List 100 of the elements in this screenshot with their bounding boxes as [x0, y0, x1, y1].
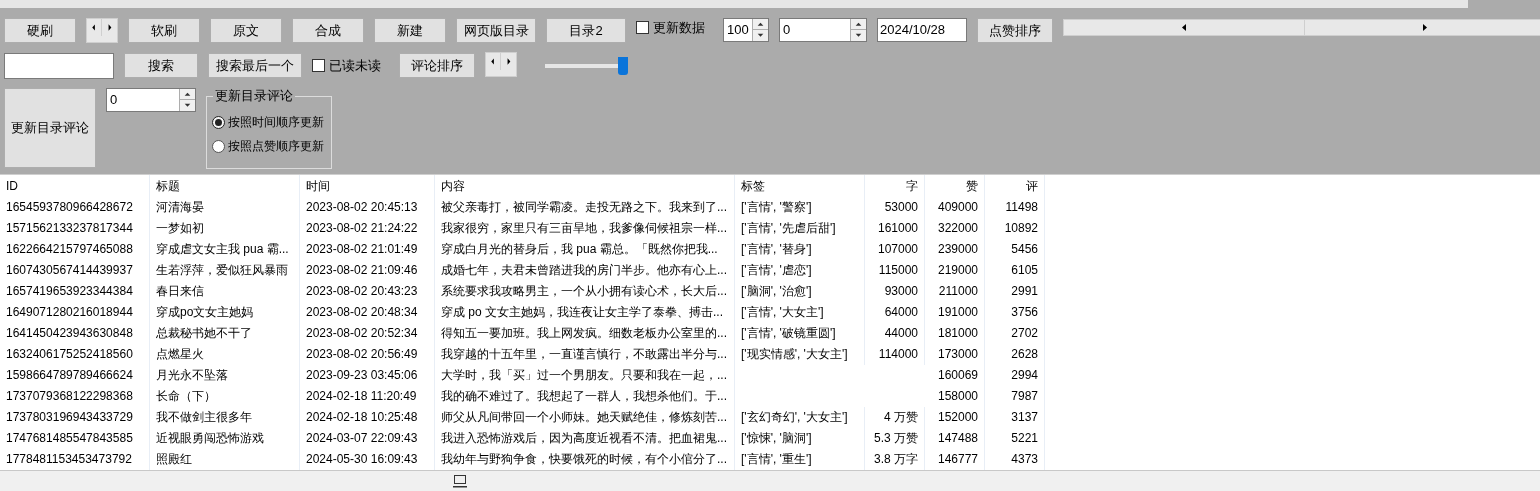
table-cell: 1649071280216018944 [0, 302, 150, 323]
table-cell: ['言情', '警察'] [735, 197, 865, 218]
table-cell: 2024-02-18 11:20:49 [300, 386, 435, 407]
slider-thumb[interactable] [617, 56, 628, 75]
table-cell: 我进入恐怖游戏后，因为高度近视看不清。把血裙鬼... [435, 428, 735, 449]
table-cell: 一梦如初 [150, 218, 300, 239]
column-header[interactable]: 评 [985, 175, 1045, 197]
table-cell: 月光永不坠落 [150, 365, 300, 386]
table-cell: 2023-08-02 20:48:34 [300, 302, 435, 323]
table-cell: 2023-08-02 20:45:13 [300, 197, 435, 218]
table-cell: ['言情', '破镜重圆'] [735, 323, 865, 344]
table-cell: 181000 [925, 323, 985, 344]
table-cell: 1641450423943630848 [0, 323, 150, 344]
table-cell: 115000 [865, 260, 925, 281]
table-cell: 114000 [865, 344, 925, 365]
radio-label[interactable]: 按照时间顺序更新 [228, 113, 324, 132]
table-cell: 219000 [925, 260, 985, 281]
table-cell: 总裁秘书她不干了 [150, 323, 300, 344]
toolbar-button[interactable]: 新建 [374, 17, 446, 43]
table-cell: 44000 [865, 323, 925, 344]
table-cell: 2628 [985, 344, 1045, 365]
number-spinner[interactable]: 100 [723, 17, 769, 42]
table-cell: ['言情', '替身'] [735, 239, 865, 260]
table-cell: 我穿越的十五年里，一直谨言慎行，不敢露出半分与... [435, 344, 735, 365]
table-cell: 穿成白月光的替身后，我 pua 霸总。「既然你把我... [435, 239, 735, 260]
number-spinner[interactable]: 0 [779, 17, 867, 42]
sort-button[interactable]: 评论排序 [399, 53, 475, 79]
table-cell: 211000 [925, 281, 985, 302]
table-cell: 2023-08-02 21:09:46 [300, 260, 435, 281]
table-cell: 我不做剑主很多年 [150, 407, 300, 428]
table-cell: 1657419653923344384 [0, 281, 150, 302]
search-button[interactable]: 搜索 [124, 53, 198, 79]
table-cell: ['言情', '先虐后甜'] [735, 218, 865, 239]
radio-label[interactable]: 按照点赞顺序更新 [228, 137, 324, 156]
column-header[interactable]: ID [0, 175, 150, 197]
table-cell: 1622664215797465088 [0, 239, 150, 260]
table-cell: 147488 [925, 428, 985, 449]
table-cell: ['言情', '大女主'] [735, 302, 865, 323]
toolbar-button[interactable]: 硬刷 [4, 17, 76, 43]
column-header[interactable]: 内容 [435, 175, 735, 197]
column-header[interactable]: 标题 [150, 175, 300, 197]
table-cell: ['现实情感', '大女主'] [735, 344, 865, 365]
sort-button[interactable]: 点赞排序 [977, 17, 1053, 43]
toolbar-button[interactable]: 原文 [210, 17, 282, 43]
table-cell: 河清海晏 [150, 197, 300, 218]
table-cell: 点燃星火 [150, 344, 300, 365]
table-cell: 成婚七年，夫君未曾踏进我的房门半步。他亦有心上... [435, 260, 735, 281]
table-cell: ['惊悚', '脑洞'] [735, 428, 865, 449]
toolbar-button[interactable]: 合成 [292, 17, 364, 43]
table-cell: 7987 [985, 386, 1045, 407]
group-title: 更新目录评论 [213, 87, 295, 104]
checkbox-box [636, 21, 649, 35]
table-cell: 3756 [985, 302, 1045, 323]
table-cell: 173000 [925, 344, 985, 365]
table-cell: 1632406175252418560 [0, 344, 150, 365]
search-last-button[interactable]: 搜索最后一个 [208, 53, 302, 79]
table-cell: 2023-08-02 20:52:34 [300, 323, 435, 344]
table-cell: 160069 [925, 365, 985, 386]
date-field[interactable]: 2024/10/28 [877, 17, 967, 42]
checkbox-box [312, 59, 325, 73]
table-cell: 2024-02-18 10:25:48 [300, 407, 435, 428]
checkbox[interactable]: 已读未读 [312, 55, 381, 76]
table-cell: ['玄幻奇幻', '大女主'] [735, 407, 865, 428]
table-cell: ['脑洞', '治愈'] [735, 281, 865, 302]
toolbar-button[interactable]: 软刷 [128, 17, 200, 43]
table-cell: 5221 [985, 428, 1045, 449]
table-cell: 近视眼勇闯恐怖游戏 [150, 428, 300, 449]
table-cell: 6105 [985, 260, 1045, 281]
column-header[interactable]: 标签 [735, 175, 865, 197]
table-cell: 93000 [865, 281, 925, 302]
update-button[interactable]: 更新目录评论 [4, 87, 96, 168]
table-cell: 春日来信 [150, 281, 300, 302]
column-header[interactable]: 时间 [300, 175, 435, 197]
checkbox[interactable]: 更新数据 [636, 17, 705, 38]
toolbar-button[interactable]: 目录2 [546, 17, 626, 43]
table-cell: ['言情', '虐恋'] [735, 260, 865, 281]
radio-button[interactable] [212, 115, 225, 129]
radio-button[interactable] [212, 139, 225, 153]
table-cell: 11498 [985, 197, 1045, 218]
table-cell: 2023-09-23 03:45:06 [300, 365, 435, 386]
table-cell: 3137 [985, 407, 1045, 428]
table-cell: 被父亲毒打，被同学霸凌。走投无路之下。我来到了... [435, 197, 735, 218]
table-cell: 穿成 po 文女主她妈，我连夜让女主学了泰拳、搏击... [435, 302, 735, 323]
table-cell: 2023-08-02 20:43:23 [300, 281, 435, 302]
toolbar-button[interactable]: 网页版目录 [456, 17, 536, 43]
monitor-icon[interactable] [453, 474, 467, 488]
number-spinner[interactable]: 0 [106, 87, 196, 112]
table-cell: 1607430567414439937 [0, 260, 150, 281]
search-field[interactable] [4, 52, 114, 79]
table-cell: 大学时，我「买」过一个男朋友。只要和我在一起，... [435, 365, 735, 386]
table-cell: 161000 [865, 218, 925, 239]
table-cell: 409000 [925, 197, 985, 218]
column-header[interactable]: 字 [865, 175, 925, 197]
table-cell: 152000 [925, 407, 985, 428]
table-cell: 1747681485547843585 [0, 428, 150, 449]
table-cell: 我的确不难过了。我想起了一群人，我想杀他们。于... [435, 386, 735, 407]
column-header[interactable]: 赞 [925, 175, 985, 197]
table-cell: 5456 [985, 239, 1045, 260]
table-cell: 10892 [985, 218, 1045, 239]
table-cell: 2023-08-02 21:24:22 [300, 218, 435, 239]
